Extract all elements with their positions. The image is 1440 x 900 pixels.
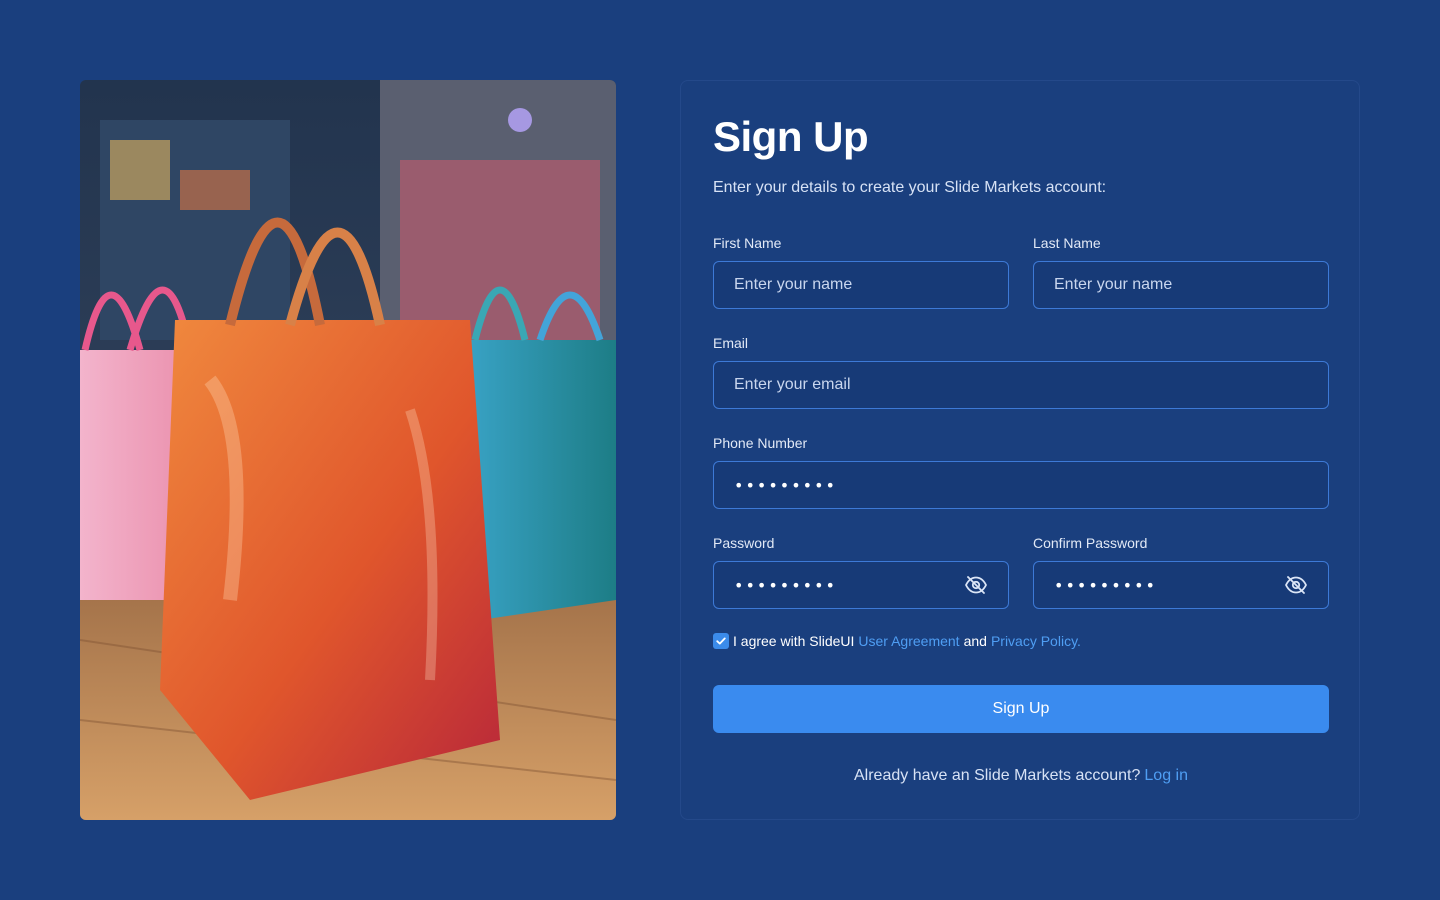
shopping-bags-image: [80, 80, 616, 820]
email-field: [713, 361, 1329, 409]
confirm-password-label: Confirm Password: [1033, 535, 1148, 551]
page-title: Sign Up: [713, 113, 869, 160]
first-name-label: First Name: [713, 235, 782, 251]
signup-page: Sign Up Enter your details to create you…: [0, 0, 1440, 900]
password-label: Password: [713, 535, 775, 551]
email-input[interactable]: [734, 376, 1308, 394]
email-label: Email: [713, 335, 749, 351]
last-name-field: [1033, 261, 1329, 309]
signup-card: Sign Up Enter your details to create you…: [680, 80, 1360, 820]
eye-off-icon[interactable]: [964, 573, 988, 597]
last-name-input[interactable]: [1054, 276, 1308, 294]
last-name-label: Last Name: [1033, 235, 1101, 251]
phone-label: Phone Number: [713, 435, 808, 451]
confirm-password-field[interactable]: •••••••••: [1033, 561, 1329, 609]
eye-off-icon[interactable]: [1284, 573, 1308, 597]
password-field[interactable]: •••••••••: [713, 561, 1009, 609]
phone-field[interactable]: •••••••••: [713, 461, 1329, 509]
privacy-policy-link[interactable]: Privacy Policy.: [991, 633, 1081, 649]
page-subtitle: Enter your details to create your Slide …: [713, 179, 1107, 196]
phone-input-value[interactable]: •••••••••: [734, 476, 1308, 495]
confirm-password-input-value[interactable]: •••••••••: [1054, 576, 1284, 595]
sign-up-button[interactable]: Sign Up: [713, 685, 1329, 733]
agreement-and: and: [963, 633, 987, 649]
agreement-checkbox[interactable]: [713, 633, 729, 649]
login-link[interactable]: Log in: [1144, 767, 1188, 784]
first-name-input[interactable]: [734, 276, 988, 294]
password-input-value[interactable]: •••••••••: [734, 576, 964, 595]
check-icon: [716, 637, 726, 645]
user-agreement-link[interactable]: User Agreement: [858, 633, 959, 649]
login-prompt-text: Already have an Slide Markets account?: [854, 767, 1141, 784]
first-name-field: [713, 261, 1009, 309]
agreement-text: I agree with SlideUI: [733, 633, 855, 649]
agreement-row: I agree with SlideUI User Agreement and …: [713, 633, 1085, 649]
login-prompt: Already have an Slide Markets account? Lo…: [681, 767, 1361, 785]
